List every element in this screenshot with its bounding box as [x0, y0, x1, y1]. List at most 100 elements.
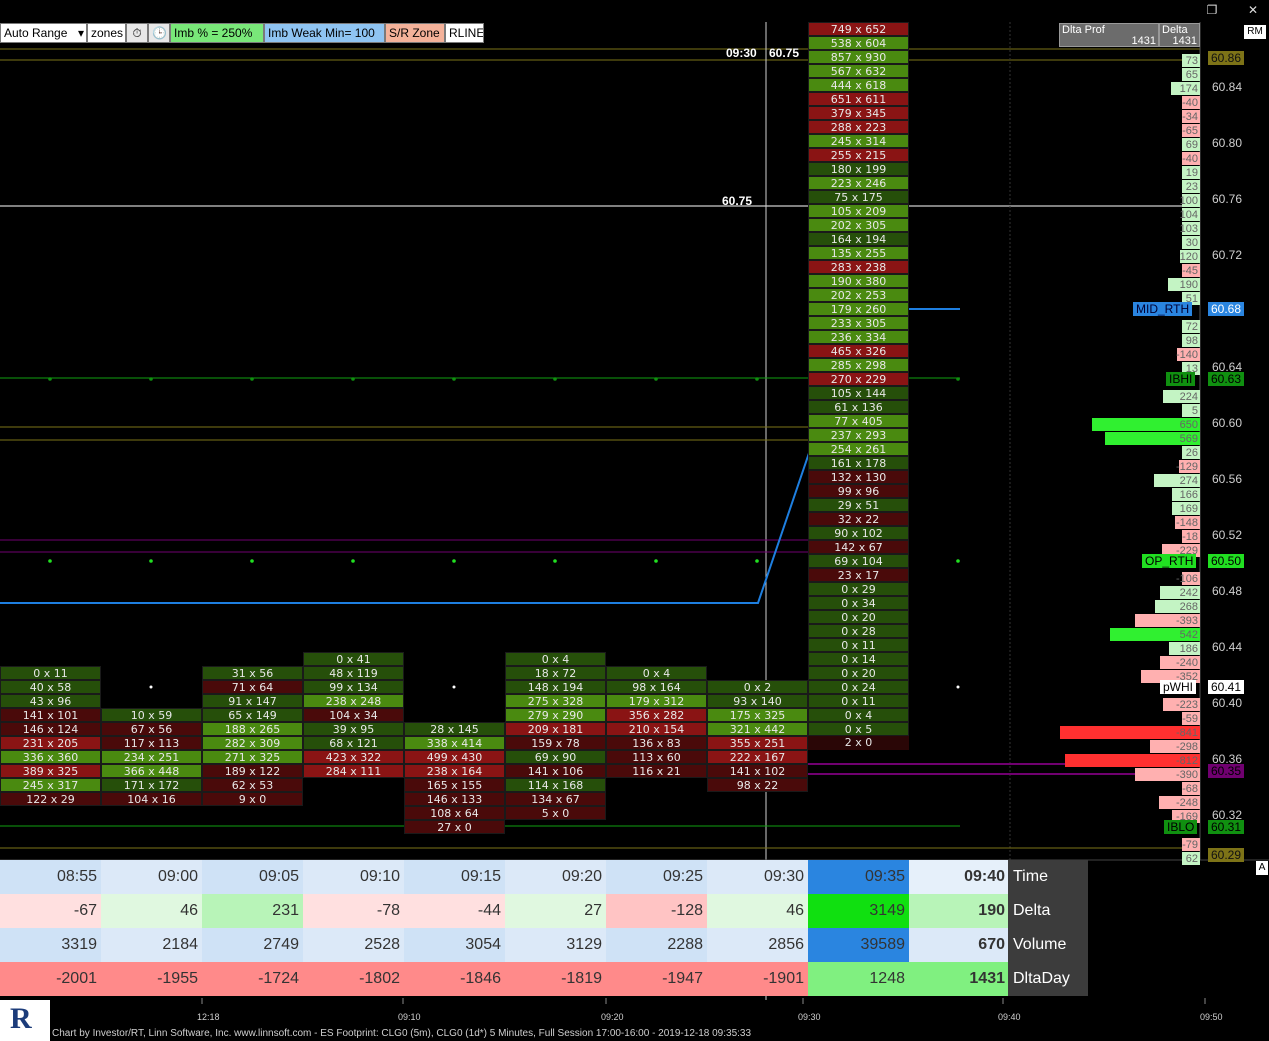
- footprint-cell: 0 x 24: [808, 680, 909, 694]
- table-cell: 27: [505, 894, 606, 928]
- sr-zone-button[interactable]: S/R Zone: [385, 23, 445, 43]
- table-cell: 09:10: [303, 860, 404, 894]
- footprint-cell: 245 x 314: [808, 134, 909, 148]
- footprint-cell: 113 x 60: [606, 750, 707, 764]
- footprint-cell: 355 x 251: [707, 736, 808, 750]
- footprint-cell: 148 x 194: [505, 680, 606, 694]
- footprint-cell: 238 x 248: [303, 694, 404, 708]
- price-tick-label: 60.84: [1212, 80, 1243, 94]
- price-tick-label: 60.56: [1212, 472, 1243, 486]
- footprint-cell: 245 x 317: [0, 778, 101, 792]
- level-dot: [48, 377, 52, 381]
- delta-profile-value: 242: [1179, 587, 1198, 599]
- footprint-cell: 104 x 34: [303, 708, 404, 722]
- chevron-down-icon: ▾: [77, 26, 84, 40]
- close-window-icon[interactable]: ✕: [1244, 2, 1262, 18]
- footprint-cell: 69 x 104: [808, 554, 909, 568]
- delta-profile-value: 120: [1179, 251, 1198, 263]
- footprint-cell: 0 x 20: [808, 666, 909, 680]
- footprint-cell: 0 x 34: [808, 596, 909, 610]
- imbalance-percent-button[interactable]: Imb % = 250%: [170, 23, 264, 43]
- auto-range-label: Auto Range: [4, 26, 68, 40]
- footprint-cell: 271 x 325: [202, 750, 303, 764]
- table-cell: 08:55: [0, 860, 101, 894]
- footprint-cell: 423 x 322: [303, 750, 404, 764]
- footprint-cell: 159 x 78: [505, 736, 606, 750]
- footprint-cell: 98 x 22: [707, 778, 808, 792]
- footprint-cell: 9 x 0: [202, 792, 303, 806]
- crosshair-price-label: 60.75: [722, 194, 753, 208]
- footprint-cell: 23 x 17: [808, 568, 909, 582]
- time-tick-label: 09:50: [1200, 1012, 1223, 1022]
- delta-profile-value: -140: [1175, 349, 1198, 361]
- delta-profile-value: 73: [1185, 55, 1198, 67]
- footprint-cell: 0 x 11: [808, 638, 909, 652]
- footprint-chart[interactable]: ❐ ✕ Auto Range ▾ zones ⏱ 🕒 Imb % = 250% I…: [0, 0, 1269, 1041]
- footprint-cell: 538 x 604: [808, 36, 909, 50]
- pwhi-price: 60.41: [1208, 680, 1245, 694]
- table-cell: 3054: [404, 928, 505, 962]
- price-tick-label: 60.48: [1212, 584, 1243, 598]
- rline-button[interactable]: RLINE: [445, 23, 484, 43]
- table-cell: 09:40: [909, 860, 1009, 894]
- level-dot: [553, 559, 557, 563]
- footprint-cell: 321 x 442: [707, 722, 808, 736]
- delta-profile-value: 23: [1185, 181, 1198, 193]
- footprint-cell: 209 x 181: [505, 722, 606, 736]
- footprint-cell: 0 x 4: [606, 666, 707, 680]
- footprint-cell: 175 x 325: [707, 708, 808, 722]
- table-cell: 2749: [202, 928, 303, 962]
- footprint-cell: 284 x 111: [303, 764, 404, 778]
- price-tick-label: 60.60: [1212, 416, 1243, 430]
- time-tick-label: 09:40: [998, 1012, 1021, 1022]
- footprint-cell: 68 x 121: [303, 736, 404, 750]
- delta-profile-value: -65: [1182, 125, 1198, 137]
- footprint-cell: 161 x 178: [808, 456, 909, 470]
- table-cell: -1724: [202, 962, 303, 996]
- delta-profile-value: -298: [1175, 741, 1198, 753]
- table-cell: -2001: [0, 962, 101, 996]
- imbalance-weak-min-button[interactable]: Imb Weak Min= 100: [264, 23, 385, 43]
- delta-header: Delta 1431: [1159, 23, 1200, 47]
- clock-icon[interactable]: 🕒: [148, 23, 170, 43]
- delta-profile-value: 26: [1185, 447, 1198, 459]
- footprint-cell: 146 x 133: [404, 792, 505, 806]
- stopwatch-icon[interactable]: ⏱: [126, 23, 148, 43]
- delta-profile-value: 19: [1185, 167, 1198, 179]
- table-cell: 3129: [505, 928, 606, 962]
- footprint-cell: 237 x 293: [808, 428, 909, 442]
- level-dot: [250, 559, 254, 563]
- footprint-cell: 190 x 380: [808, 274, 909, 288]
- footprint-cell: 90 x 102: [808, 526, 909, 540]
- footprint-cell: 179 x 260: [808, 302, 909, 316]
- auto-range-dropdown[interactable]: Auto Range ▾: [0, 23, 87, 43]
- footprint-cell: 164 x 194: [808, 232, 909, 246]
- delta-profile-value: 224: [1179, 391, 1198, 403]
- footer-caption: Chart by Investor/RT, Linn Software, Inc…: [52, 1028, 752, 1039]
- zones-button[interactable]: zones: [87, 23, 126, 43]
- delta-profile-value: 268: [1179, 601, 1198, 613]
- scroll-button[interactable]: A: [1256, 861, 1268, 875]
- footprint-cell: 171 x 172: [101, 778, 202, 792]
- footprint-cell: 0 x 5: [808, 722, 909, 736]
- restore-window-icon[interactable]: ❐: [1203, 2, 1221, 18]
- pwhi-dot: [452, 685, 456, 689]
- delta-profile-value: -40: [1182, 153, 1198, 165]
- footprint-cell: 0 x 4: [505, 652, 606, 666]
- footprint-cell: 285 x 298: [808, 358, 909, 372]
- footprint-cell: 366 x 448: [101, 764, 202, 778]
- footprint-cell: 40 x 58: [0, 680, 101, 694]
- footprint-cell: 134 x 67: [505, 792, 606, 806]
- footprint-cell: 231 x 205: [0, 736, 101, 750]
- price-label: 60.75: [769, 46, 800, 60]
- footprint-cell: 108 x 64: [404, 806, 505, 820]
- table-cell: -1901: [707, 962, 808, 996]
- delta-profile-value: 174: [1179, 83, 1198, 95]
- rm-button[interactable]: RM: [1244, 25, 1266, 39]
- footprint-cell: 336 x 360: [0, 750, 101, 764]
- footprint-cell: 202 x 253: [808, 288, 909, 302]
- footprint-cell: 338 x 414: [404, 736, 505, 750]
- delta-profile-value: 190: [1179, 279, 1198, 291]
- price-tick-label: 60.72: [1212, 248, 1243, 262]
- op-rth-price: 60.50: [1208, 554, 1245, 568]
